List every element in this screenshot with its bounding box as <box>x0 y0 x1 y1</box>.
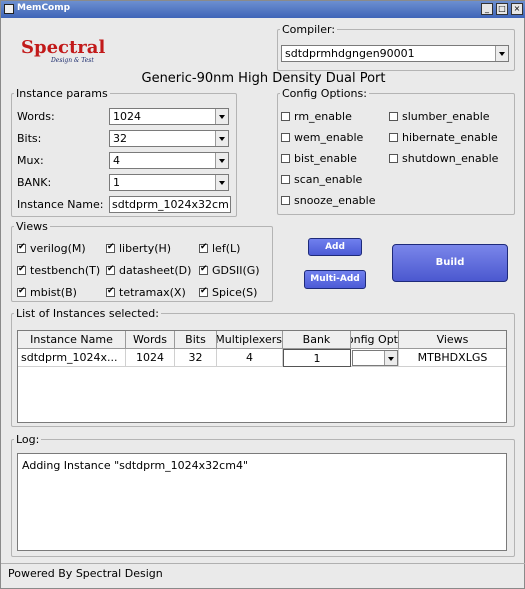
mux-value: 4 <box>113 154 120 167</box>
bits-label: Bits: <box>17 132 42 145</box>
mbist-label: mbist(B) <box>30 286 77 299</box>
gdsii-checkbox[interactable] <box>199 264 208 275</box>
table-cell-views[interactable]: MTBHDXLGS <box>399 349 506 367</box>
app-window: MemComp _ □ × Spectral Design & Test Com… <box>0 0 525 589</box>
column-header[interactable]: Bank <box>283 331 351 349</box>
compiler-label: Compiler: <box>282 23 336 36</box>
bits-select[interactable]: 32 <box>109 130 229 147</box>
footer-divider <box>1 563 525 564</box>
chevron-down-icon[interactable] <box>215 153 228 168</box>
hibernate-enable-checkbox[interactable] <box>389 133 398 142</box>
mux-select[interactable]: 4 <box>109 152 229 169</box>
logo-tagline: Design & Test <box>51 57 94 64</box>
hibernate-enable-label: hibernate_enable <box>402 131 498 144</box>
wem-enable-label: wem_enable <box>294 131 364 144</box>
bist-enable-checkbox[interactable] <box>281 154 290 163</box>
column-header[interactable]: Words <box>126 331 175 349</box>
window-menu-icon[interactable] <box>4 4 14 14</box>
bank-select[interactable]: 1 <box>109 174 229 191</box>
footer-text: Powered By Spectral Design <box>8 567 163 580</box>
liberty-checkbox[interactable] <box>106 242 115 253</box>
page-title: Generic-90nm High Density Dual Port <box>141 71 386 86</box>
chevron-down-icon[interactable] <box>384 351 397 365</box>
instance-name-label: Instance Name: <box>17 198 104 211</box>
testbench-checkbox[interactable] <box>17 264 26 275</box>
column-header[interactable]: Config Opt <box>351 331 399 349</box>
wem-enable-checkbox[interactable] <box>281 133 290 142</box>
table-cell-mux[interactable]: 4 <box>217 349 283 367</box>
instance-params-title: Instance params <box>16 87 108 100</box>
scan-enable-label: scan_enable <box>294 173 363 186</box>
log-title: Log: <box>16 433 40 446</box>
log-text: Adding Instance "sdtdprm_1024x32cm4" <box>22 459 249 472</box>
column-header[interactable]: Multiplexers <box>217 331 283 349</box>
spectral-logo: Spectral Design & Test <box>21 37 106 65</box>
slumber-enable-checkbox[interactable] <box>389 112 398 121</box>
log-output[interactable]: Adding Instance "sdtdprm_1024x32cm4" <box>17 453 507 551</box>
spice-label: Spice(S) <box>212 286 258 299</box>
config-opt-select[interactable] <box>352 350 398 366</box>
verilog-checkbox[interactable] <box>17 242 26 253</box>
compiler-select[interactable]: sdtdprmhdgngen90001 <box>281 45 509 62</box>
minimize-icon[interactable]: _ <box>481 3 493 15</box>
chevron-down-icon[interactable] <box>215 131 228 146</box>
shutdown-enable-checkbox[interactable] <box>389 154 398 163</box>
tetramax-label: tetramax(X) <box>119 286 186 299</box>
table-cell-instance-name[interactable]: sdtdprm_1024x... <box>18 349 126 367</box>
compiler-value: sdtdprmhdgngen90001 <box>285 47 415 60</box>
column-header[interactable]: Bits <box>175 331 217 349</box>
close-icon[interactable]: × <box>511 3 523 15</box>
datasheet-label: datasheet(D) <box>119 264 192 277</box>
shutdown-enable-label: shutdown_enable <box>402 152 499 165</box>
window-title: MemComp <box>17 3 71 13</box>
column-header[interactable]: Views <box>399 331 506 349</box>
table-cell-bank[interactable]: 1 <box>283 349 351 367</box>
rm-enable-checkbox[interactable] <box>281 112 290 121</box>
bank-value: 1 <box>113 176 120 189</box>
chevron-down-icon[interactable] <box>215 109 228 124</box>
lef-label: lef(L) <box>212 242 241 255</box>
column-header[interactable]: Instance Name <box>18 331 126 349</box>
chevron-down-icon[interactable] <box>495 46 508 61</box>
bank-label: BANK: <box>17 176 52 189</box>
words-label: Words: <box>17 110 55 123</box>
build-button[interactable]: Build <box>392 244 508 282</box>
instances-table[interactable]: Instance Name Words Bits Multiplexers Ba… <box>17 330 507 423</box>
verilog-label: verilog(M) <box>30 242 86 255</box>
spice-checkbox[interactable] <box>199 286 208 297</box>
snooze-enable-label: snooze_enable <box>294 194 376 207</box>
datasheet-checkbox[interactable] <box>106 264 115 275</box>
table-cell-words[interactable]: 1024 <box>126 349 175 367</box>
mbist-checkbox[interactable] <box>17 286 26 297</box>
add-button[interactable]: Add <box>308 238 362 256</box>
multi-add-button[interactable]: Multi-Add <box>304 270 366 289</box>
config-options-title: Config Options: <box>282 87 367 100</box>
views-title: Views <box>16 220 48 233</box>
instance-name-input[interactable]: sdtdprm_1024x32cm <box>109 196 231 213</box>
gdsii-label: GDSII(G) <box>212 264 260 277</box>
instances-title: List of Instances selected: <box>16 307 159 320</box>
logo-brand: Spectral <box>21 37 106 58</box>
title-bar: MemComp _ □ × <box>1 1 525 18</box>
words-select[interactable]: 1024 <box>109 108 229 125</box>
bist-enable-label: bist_enable <box>294 152 357 165</box>
instance-name-value: sdtdprm_1024x32cm <box>112 198 229 211</box>
table-cell-bits[interactable]: 32 <box>175 349 217 367</box>
testbench-label: testbench(T) <box>30 264 101 277</box>
slumber-enable-label: slumber_enable <box>402 110 490 123</box>
scan-enable-checkbox[interactable] <box>281 175 290 184</box>
maximize-icon[interactable]: □ <box>496 3 508 15</box>
words-value: 1024 <box>113 110 141 123</box>
chevron-down-icon[interactable] <box>215 175 228 190</box>
rm-enable-label: rm_enable <box>294 110 352 123</box>
bits-value: 32 <box>113 132 127 145</box>
table-cell-config[interactable] <box>351 349 399 367</box>
liberty-label: liberty(H) <box>119 242 172 255</box>
mux-label: Mux: <box>17 154 44 167</box>
snooze-enable-checkbox[interactable] <box>281 196 290 205</box>
tetramax-checkbox[interactable] <box>106 286 115 297</box>
lef-checkbox[interactable] <box>199 242 208 253</box>
